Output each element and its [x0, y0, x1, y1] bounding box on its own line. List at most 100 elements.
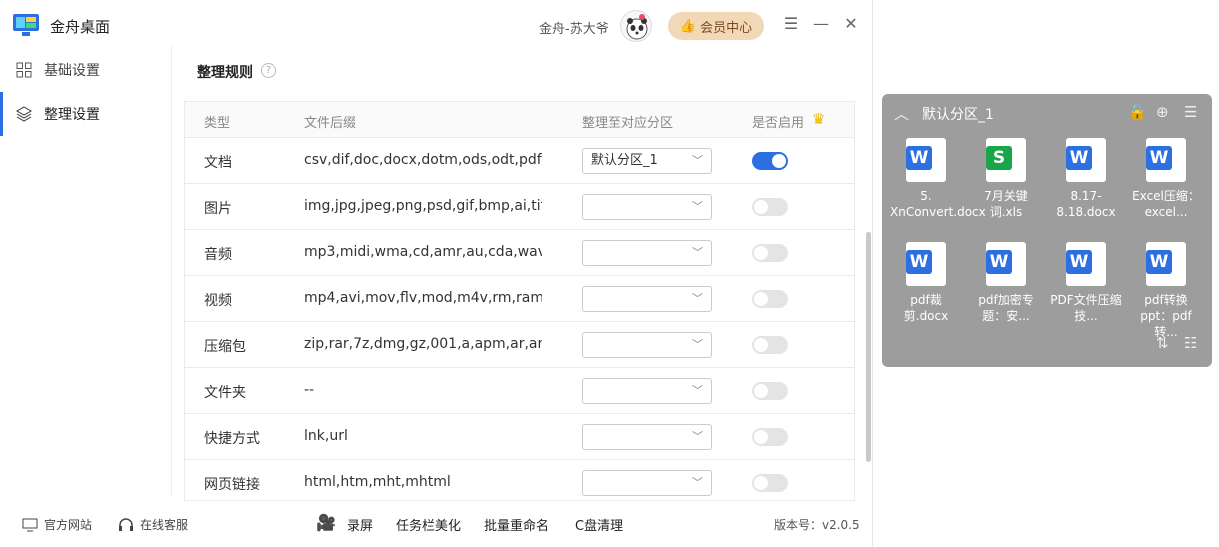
- file-name: pdf裁剪.docx: [903, 293, 949, 323]
- cell-ext: html,htm,mht,mhtml: [304, 474, 451, 490]
- toggle-knob: [754, 200, 768, 214]
- enable-toggle[interactable]: [752, 474, 788, 492]
- vip-center-button[interactable]: 👍 会员中心: [668, 12, 764, 40]
- enable-toggle[interactable]: [752, 428, 788, 446]
- file-name: PDF文件压缩技...: [1050, 293, 1122, 323]
- tool-batch-rename[interactable]: 批量重命名: [484, 515, 549, 534]
- partition-select[interactable]: ﹀: [582, 240, 712, 266]
- grid-icon: [16, 62, 32, 78]
- partition-select[interactable]: ﹀: [582, 286, 712, 312]
- title-bar: 金舟桌面 金舟-苏大爷 👍 会员中心 ☰ — ✕: [0, 0, 873, 46]
- enable-toggle[interactable]: [752, 290, 788, 308]
- cell-type: 文件夹: [204, 385, 246, 401]
- chevron-down-icon: ﹀: [692, 476, 703, 489]
- headset-icon: [119, 517, 133, 531]
- file-badge: W: [1146, 250, 1172, 274]
- toggle-knob: [754, 338, 768, 352]
- enable-toggle[interactable]: [752, 152, 788, 170]
- table-row: 图片 img,jpg,jpeg,png,psd,gif,bmp,ai,tif,ti…: [185, 184, 854, 230]
- file-badge: W: [1066, 146, 1092, 170]
- enable-toggle[interactable]: [752, 244, 788, 262]
- partition-select[interactable]: 默认分区_1 ﹀: [582, 148, 712, 174]
- file-item[interactable]: S 7月关键词.xls: [970, 138, 1042, 220]
- cell-type: 文档: [204, 155, 232, 171]
- scrollbar[interactable]: [866, 232, 871, 462]
- crown-icon: ♛: [812, 110, 826, 128]
- enable-toggle[interactable]: [752, 382, 788, 400]
- sidebar-item-basic-settings[interactable]: 基础设置: [0, 48, 172, 92]
- chevron-down-icon: ﹀: [692, 430, 703, 443]
- official-website-link[interactable]: 官方网站: [22, 516, 92, 533]
- tool-screen-record[interactable]: 录屏: [347, 515, 373, 534]
- file-badge: W: [906, 250, 932, 274]
- enable-toggle[interactable]: [752, 336, 788, 354]
- chevron-down-icon: ﹀: [692, 338, 703, 351]
- partition-select[interactable]: ﹀: [582, 194, 712, 220]
- cell-ext: csv,dif,doc,docx,dotm,ods,odt,pdf,pot: [304, 152, 542, 168]
- word-file-icon: W: [1146, 138, 1186, 182]
- main-window: 金舟桌面 金舟-苏大爷 👍 会员中心 ☰ — ✕ 基础设置 整理设置 整理规则 …: [0, 0, 873, 547]
- sidebar-item-label: 整理设置: [44, 107, 100, 123]
- tool-taskbar-beautify[interactable]: 任务栏美化: [396, 515, 461, 534]
- menu-icon[interactable]: ☰: [783, 16, 799, 32]
- chevron-down-icon: ﹀: [692, 246, 703, 259]
- help-icon[interactable]: ?: [261, 63, 276, 78]
- lock-icon[interactable]: 🔓: [1128, 103, 1147, 121]
- collapse-icon[interactable]: ︿: [894, 103, 909, 124]
- file-item[interactable]: W 5. XnConvert.docx: [890, 138, 986, 220]
- file-item[interactable]: Wpdf转换ppt：pdf转...: [1130, 242, 1202, 340]
- word-file-icon: W: [986, 242, 1026, 286]
- enable-toggle[interactable]: [752, 198, 788, 216]
- layers-icon: [16, 106, 32, 122]
- sidebar-item-label: 基础设置: [44, 63, 100, 79]
- sidebar-item-organize-settings[interactable]: 整理设置: [0, 92, 172, 136]
- sort-icon[interactable]: ⇅: [1156, 334, 1169, 352]
- file-name: pdf转换ppt：pdf转...: [1140, 293, 1192, 339]
- partition-select[interactable]: ﹀: [582, 424, 712, 450]
- user-name[interactable]: 金舟-苏大爷: [539, 18, 609, 37]
- file-item[interactable]: Wpdf裁剪.docx: [890, 242, 962, 324]
- panel-title: 默认分区_1: [922, 107, 994, 123]
- word-file-icon: W: [1066, 138, 1106, 182]
- vip-label: 会员中心: [700, 20, 753, 36]
- file-badge: W: [906, 146, 932, 170]
- partition-select[interactable]: ﹀: [582, 470, 712, 496]
- header-ext: 文件后缀: [304, 116, 357, 131]
- toggle-knob: [754, 246, 768, 260]
- cell-ext: zip,rar,7z,dmg,gz,001,a,apm,ar,ar,bz2: [304, 336, 542, 352]
- cell-type: 视频: [204, 293, 232, 309]
- camera-icon: 🎥: [316, 513, 336, 532]
- toggle-knob: [754, 430, 768, 444]
- tool-c-drive-clean[interactable]: C盘清理: [575, 515, 623, 534]
- table-row: 音频 mp3,midi,wma,cd,amr,au,cda,wav,wave ﹀: [185, 230, 854, 276]
- spreadsheet-file-icon: S: [986, 138, 1026, 182]
- file-item[interactable]: Wpdf加密专题：安...: [970, 242, 1042, 324]
- menu-icon[interactable]: ☰: [1184, 103, 1197, 121]
- cell-type: 快捷方式: [204, 431, 260, 447]
- file-item[interactable]: W Excel压缩：excel...: [1130, 138, 1202, 220]
- avatar[interactable]: [620, 10, 652, 42]
- word-file-icon: W: [906, 242, 946, 286]
- table-row: 视频 mp4,avi,mov,flv,mod,m4v,rm,ram,rmvb ﹀: [185, 276, 854, 322]
- partition-select[interactable]: ﹀: [582, 378, 712, 404]
- list-view-icon[interactable]: ☷: [1184, 334, 1197, 352]
- close-icon[interactable]: ✕: [843, 16, 859, 32]
- minimize-icon[interactable]: —: [813, 16, 829, 32]
- app-logo-icon: [13, 14, 39, 36]
- cell-type: 网页链接: [204, 477, 260, 493]
- table-header: 类型 文件后缀 整理至对应分区 是否启用 ♛: [185, 102, 854, 138]
- online-service-link[interactable]: 在线客服: [118, 516, 188, 533]
- file-item[interactable]: W PDF文件压缩技...: [1050, 242, 1122, 324]
- file-name: 5. XnConvert.docx: [890, 189, 986, 219]
- footer: 官方网站 在线客服 🎥 录屏 任务栏美化 批量重命名 C盘清理 版本号：v2.0…: [0, 506, 873, 542]
- section-title: 整理规则: [197, 65, 253, 81]
- partition-select[interactable]: ﹀: [582, 332, 712, 358]
- add-icon[interactable]: ⊕: [1156, 103, 1169, 121]
- file-item[interactable]: W 8.17-8.18.docx: [1050, 138, 1122, 220]
- word-file-icon: W: [1146, 242, 1186, 286]
- chevron-down-icon: ﹀: [692, 384, 703, 397]
- partition-value: 默认分区_1: [591, 153, 658, 168]
- cell-type: 音频: [204, 247, 232, 263]
- cell-ext: img,jpg,jpeg,png,psd,gif,bmp,ai,tif,tiff: [304, 198, 542, 214]
- desktop-partition-panel: ︿ 默认分区_1 🔓 ⊕ ☰ W 5. XnConvert.docx S 7月关键词.…: [882, 94, 1212, 367]
